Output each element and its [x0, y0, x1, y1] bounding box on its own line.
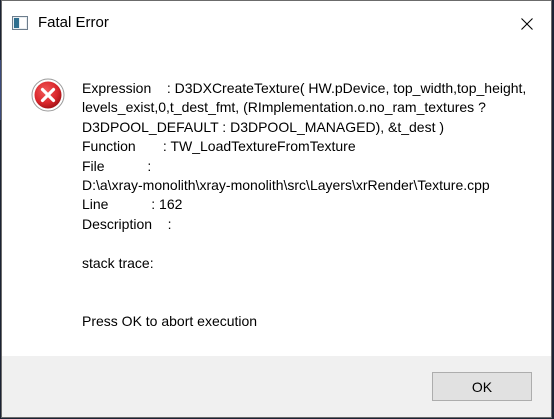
- abort-prompt: Press OK to abort execution: [82, 312, 258, 329]
- message-line-expression-end: D3DPOOL_DEFAULT : D3DPOOL_MANAGED), &t_d…: [82, 118, 445, 135]
- message-area: Expression : D3DXCreateTexture( HW.pDevi…: [2, 47, 551, 356]
- app-window-icon: [12, 16, 28, 30]
- stack-trace-label: stack trace:: [82, 254, 154, 271]
- message-line-file-path: D:\a\xray-monolith\xray-monolith\src\Lay…: [82, 177, 490, 194]
- message-line-expression-cont: levels_exist,0,t_dest_fmt, (RImplementat…: [82, 99, 486, 116]
- error-icon: [31, 78, 65, 112]
- message-line-line: Line : 162: [82, 196, 183, 213]
- error-message: Expression : D3DXCreateTexture( HW.pDevi…: [82, 79, 532, 331]
- message-line-file-label: File :: [82, 157, 152, 174]
- close-icon: [521, 18, 533, 30]
- message-line-description: Description :: [82, 215, 172, 232]
- window-title: Fatal Error: [38, 14, 109, 31]
- fatal-error-dialog: Fatal Error Expression : D3DXCreateTextu…: [1, 0, 552, 418]
- message-spacer: [82, 273, 532, 312]
- message-line-function: Function : TW_LoadTextureFromTexture: [82, 138, 356, 155]
- button-bar: OK: [2, 356, 551, 417]
- title-bar[interactable]: Fatal Error: [2, 1, 551, 47]
- close-button[interactable]: [505, 1, 551, 47]
- message-line-expression: Expression : D3DXCreateTexture( HW.pDevi…: [82, 80, 527, 96]
- message-spacer: [82, 234, 532, 253]
- ok-button[interactable]: OK: [432, 372, 532, 401]
